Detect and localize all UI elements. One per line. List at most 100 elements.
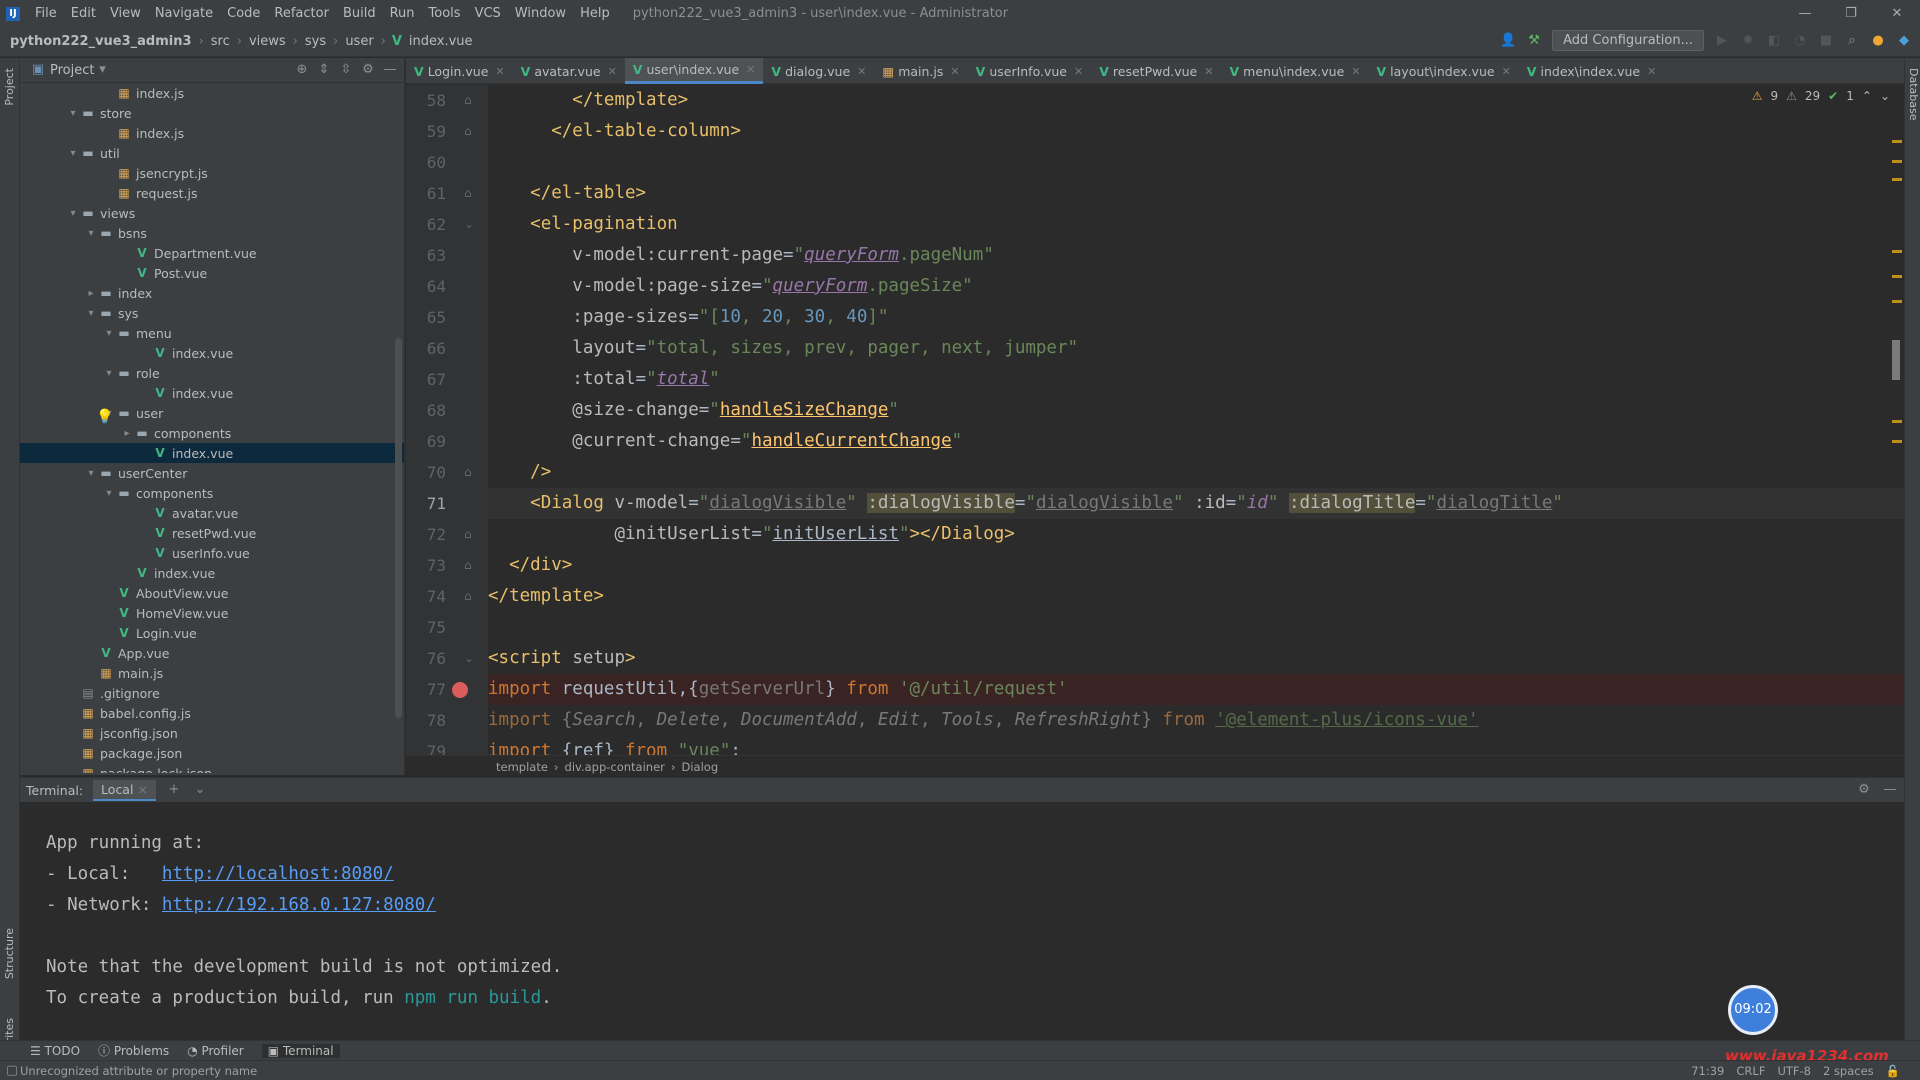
editor-tab[interactable]: Vmenu\index.vue ✕: [1221, 58, 1368, 84]
fold-icon[interactable]: ⌄: [464, 651, 474, 665]
fold-icon[interactable]: ⌂: [464, 589, 472, 603]
run-icon[interactable]: ▶: [1714, 33, 1730, 49]
editor-tab[interactable]: Vuser\index.vue ✕: [624, 58, 764, 84]
chevron-down-icon[interactable]: ▾: [102, 488, 116, 499]
chevron-down-icon[interactable]: ▾: [94, 62, 110, 78]
nav-crumb-sys[interactable]: sys: [301, 34, 330, 49]
close-tab-icon[interactable]: ✕: [1647, 65, 1656, 78]
fold-icon[interactable]: ⌂: [464, 186, 472, 200]
coverage-icon[interactable]: ◧: [1766, 33, 1782, 49]
tree-node[interactable]: Vavatar.vue: [20, 503, 404, 523]
fold-icon[interactable]: ⌂: [464, 558, 472, 572]
update-icon[interactable]: ●: [1870, 33, 1886, 49]
editor-tab[interactable]: Vlayout\index.vue ✕: [1368, 58, 1518, 84]
tree-node[interactable]: ▾ ▬ store: [20, 103, 404, 123]
search-icon[interactable]: ⌕: [1844, 33, 1860, 49]
close-tab-icon[interactable]: ✕: [1502, 65, 1511, 78]
line-number[interactable]: 74: [406, 581, 446, 612]
line-number[interactable]: 67: [406, 364, 446, 395]
tree-node[interactable]: ▦ jsencrypt.js: [20, 163, 404, 183]
tree-node[interactable]: ▾ ▬ menu: [20, 323, 404, 343]
tree-node[interactable]: ▦ request.js: [20, 183, 404, 203]
next-highlight-icon[interactable]: ⌄: [1880, 89, 1890, 103]
close-tab-icon[interactable]: ✕: [857, 65, 866, 78]
tree-node[interactable]: ▸ ▬ components: [20, 423, 404, 443]
tree-node[interactable]: ▦ index.js: [20, 83, 404, 103]
collapse-all-icon[interactable]: ⇳: [338, 62, 354, 78]
lock-icon[interactable]: 🔓: [1886, 1064, 1900, 1078]
fold-icon[interactable]: ⌂: [464, 527, 472, 541]
line-number[interactable]: 62: [406, 209, 446, 240]
profiler-tool[interactable]: ◔ Profiler: [187, 1044, 244, 1058]
close-tab-icon[interactable]: ✕: [1204, 65, 1213, 78]
debug-icon[interactable]: ✹: [1740, 33, 1756, 49]
menu-help[interactable]: Help: [573, 6, 617, 21]
line-number[interactable]: 66: [406, 333, 446, 364]
line-number[interactable]: 76: [406, 643, 446, 674]
tree-node[interactable]: V Login.vue: [20, 623, 404, 643]
network-url-link[interactable]: http://192.168.0.127:8080/: [162, 895, 436, 915]
breadcrumb-dialog[interactable]: Dialog: [682, 760, 719, 774]
line-number[interactable]: 61: [406, 178, 446, 209]
tree-node[interactable]: ▸ ▬ index: [20, 283, 404, 303]
fold-icon[interactable]: ⌂: [464, 93, 472, 107]
local-url-link[interactable]: http://localhost:8080/: [162, 864, 394, 884]
caret-position[interactable]: 71:39: [1691, 1064, 1724, 1078]
tree-node[interactable]: V Department.vue: [20, 243, 404, 263]
tree-node[interactable]: Vindex.vue: [20, 443, 404, 463]
line-number[interactable]: 75: [406, 612, 446, 643]
tree-scrollbar[interactable]: [395, 338, 402, 718]
tree-node[interactable]: V HomeView.vue: [20, 603, 404, 623]
editor-tab[interactable]: Vavatar.vue ✕: [513, 58, 625, 84]
editor-tab[interactable]: Vindex\index.vue ✕: [1519, 58, 1665, 84]
nav-crumb-project[interactable]: python222_vue3_admin3: [0, 34, 196, 49]
menu-window[interactable]: Window: [508, 6, 573, 21]
tree-node[interactable]: ▾ ▬ user: [20, 403, 404, 423]
tree-node[interactable]: V App.vue: [20, 643, 404, 663]
menu-refactor[interactable]: Refactor: [267, 6, 336, 21]
tree-node[interactable]: ▾ ▬ views: [20, 203, 404, 223]
tree-node[interactable]: ▦ babel.config.js: [20, 703, 404, 723]
chevron-down-icon[interactable]: ▾: [84, 468, 98, 479]
editor-tab[interactable]: V Login.vue ✕: [406, 58, 513, 84]
tree-node[interactable]: ▦ package.json: [20, 743, 404, 763]
chevron-down-icon[interactable]: ⌄: [192, 782, 208, 798]
error-stripe[interactable]: [1892, 100, 1902, 480]
menu-edit[interactable]: Edit: [64, 6, 103, 21]
tree-node[interactable]: ▾ ▬ components: [20, 483, 404, 503]
chevron-right-icon[interactable]: ▸: [120, 428, 134, 439]
tree-node[interactable]: ▦ main.js: [20, 663, 404, 683]
database-tool-label[interactable]: Database: [1907, 68, 1920, 121]
chevron-right-icon[interactable]: ▸: [84, 288, 98, 299]
breadcrumb-div[interactable]: div.app-container: [565, 760, 665, 774]
editor-tab[interactable]: VuserInfo.vue ✕: [968, 58, 1092, 84]
gear-icon[interactable]: ⚙: [1856, 782, 1872, 798]
profile-icon[interactable]: ◔: [1792, 33, 1808, 49]
tree-node[interactable]: VresetPwd.vue: [20, 523, 404, 543]
breadcrumb-template[interactable]: template: [496, 760, 548, 774]
editor-tab[interactable]: VresetPwd.vue ✕: [1091, 58, 1221, 84]
tree-node[interactable]: Vindex.vue: [20, 343, 404, 363]
line-number[interactable]: 63: [406, 240, 446, 271]
code-editor[interactable]: </template> </el-table-column> </el-tabl…: [488, 85, 1904, 755]
project-panel-title[interactable]: Project: [50, 63, 94, 78]
chevron-down-icon[interactable]: ▾: [66, 108, 80, 119]
layout-icon[interactable]: ▢: [4, 1063, 20, 1079]
problems-tool[interactable]: ⓘ Problems: [98, 1042, 169, 1059]
menu-tools[interactable]: Tools: [422, 6, 468, 21]
chevron-down-icon[interactable]: ▾: [102, 368, 116, 379]
tree-node[interactable]: ▦ package-lock.json: [20, 763, 404, 774]
close-tab-icon[interactable]: ✕: [746, 63, 755, 76]
line-number[interactable]: 64: [406, 271, 446, 302]
chevron-down-icon[interactable]: ▾: [84, 228, 98, 239]
menu-navigate[interactable]: Navigate: [148, 6, 220, 21]
editor-tab[interactable]: ▦ main.js ✕: [874, 58, 967, 84]
nav-crumb-user[interactable]: user: [341, 34, 377, 49]
tree-node[interactable]: ▾ ▬ sys: [20, 303, 404, 323]
line-separator[interactable]: CRLF: [1736, 1064, 1765, 1078]
project-tool-label[interactable]: Project: [3, 68, 16, 106]
hammer-icon[interactable]: ⚒: [1526, 33, 1542, 49]
fold-icon[interactable]: ⌂: [464, 465, 472, 479]
expand-all-icon[interactable]: ⇕: [316, 62, 332, 78]
menu-build[interactable]: Build: [336, 6, 383, 21]
